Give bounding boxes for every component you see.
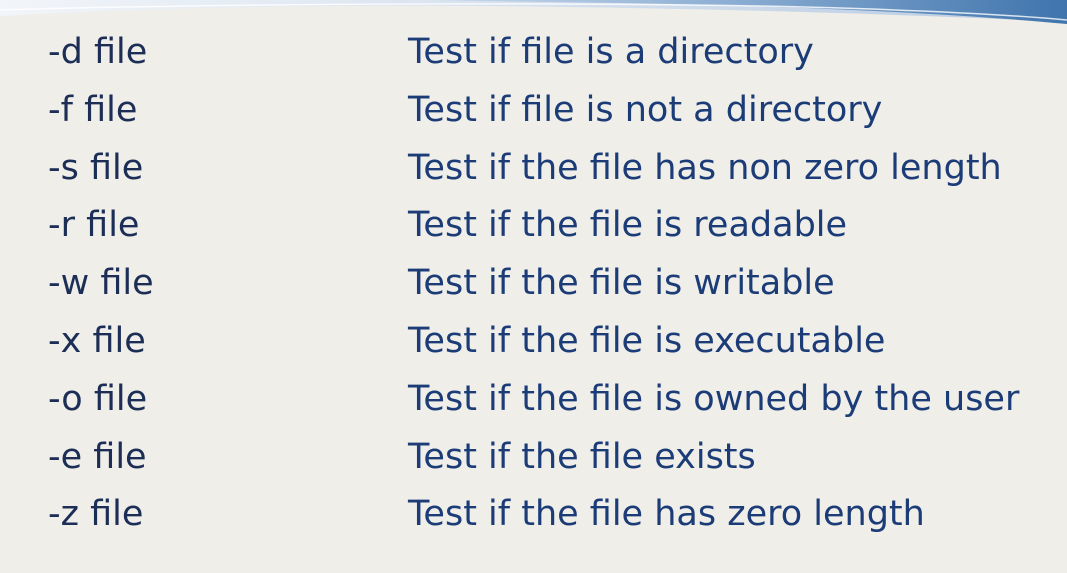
list-item: -f file Test if file is not a directory	[0, 80, 1067, 138]
operator-flag: -z file	[48, 494, 144, 535]
operator-description: Test if the file is readable	[408, 205, 848, 246]
list-item: -s file Test if the file has non zero le…	[0, 138, 1067, 196]
operator-flag: -d file	[48, 32, 148, 72]
operator-flag: -r file	[48, 205, 140, 246]
slide: -d file Test if file is a directory -f f…	[0, 0, 1067, 573]
list-item: -o file Test if the file is owned by the…	[0, 369, 1067, 427]
list-item: -e file Test if the file exists	[0, 427, 1067, 485]
list-item: -r file Test if the file is readable	[0, 195, 1067, 253]
operator-description: Test if file is not a directory	[408, 89, 883, 130]
operator-description: Test if the file has non zero length	[408, 147, 1002, 188]
operator-description: Test if the file exists	[408, 436, 756, 477]
list-item: -x file Test if the file is executable	[0, 311, 1067, 369]
operator-flag: -s file	[48, 147, 144, 188]
file-test-operator-list: -d file Test if file is a directory -f f…	[0, 22, 1067, 542]
operator-description: Test if the file has zero length	[408, 494, 925, 535]
operator-flag: -e file	[48, 436, 147, 477]
operator-flag: -f file	[48, 89, 138, 130]
list-item: -w file Test if the file is writable	[0, 253, 1067, 311]
operator-flag: -w file	[48, 263, 154, 304]
operator-description: Test if the file is executable	[408, 320, 886, 361]
operator-description: Test if file is a directory	[408, 32, 814, 72]
list-item: -d file Test if file is a directory	[0, 22, 1067, 80]
operator-description: Test if the file is owned by the user	[408, 378, 1020, 419]
operator-flag: -x file	[48, 320, 146, 361]
operator-description: Test if the file is writable	[408, 263, 835, 304]
list-item: -z file Test if the file has zero length	[0, 484, 1067, 542]
operator-flag: -o file	[48, 378, 148, 419]
